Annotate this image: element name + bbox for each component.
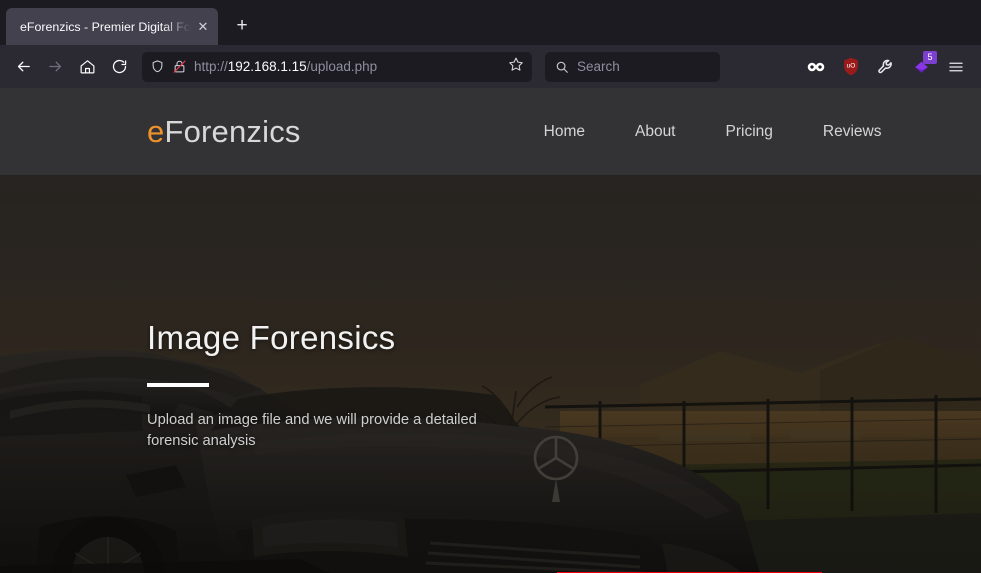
site-logo[interactable]: eForenzics [147,114,301,150]
url-bar[interactable]: http://192.168.1.15/upload.php [142,51,532,82]
nav-item-about[interactable]: About [635,123,676,141]
goggles-shape [807,62,825,71]
toolbar-extension-icons: uO 5 [801,50,973,82]
search-icon [556,61,568,73]
nav-item-pricing[interactable]: Pricing [726,123,773,141]
logo-rest: Forenzics [164,113,301,149]
search-bar[interactable]: Search [545,51,720,82]
home-button[interactable] [72,52,102,82]
tab-close-icon[interactable]: ✕ [194,18,212,36]
star-shape [509,57,523,71]
search-placeholder: Search [577,59,620,74]
browser-toolbar: http://192.168.1.15/upload.php Search uO… [0,45,981,88]
lock-slash [173,60,186,73]
browser-window: eForenzics - Premier Digital Forensics ✕… [0,0,981,573]
hero-divider [147,383,209,387]
ublock-origin-icon[interactable]: uO [836,52,866,82]
hero-title: Image Forensics [147,319,396,356]
hero-section: Image Forensics Upload an image file and… [0,175,981,573]
tab-strip: eForenzics - Premier Digital Forensics ✕… [0,0,981,45]
page-viewport: eForenzics Home About Pricing Reviews Im… [0,88,981,573]
hamburger-menu-icon [949,62,963,71]
svg-text:uO: uO [847,63,856,70]
forward-button[interactable] [40,52,70,82]
insecure-lock-icon[interactable] [172,59,187,74]
home-icon [80,60,94,74]
browser-tab-active[interactable]: eForenzics - Premier Digital Forensics ✕ [6,8,218,45]
reload-button[interactable] [104,52,134,82]
back-arrow-icon [17,61,30,72]
wrench-icon[interactable] [871,52,901,82]
app-menu-button[interactable] [941,52,971,82]
site-header: eForenzics Home About Pricing Reviews [0,88,981,175]
url-text[interactable]: http://192.168.1.15/upload.php [194,59,501,74]
back-button[interactable] [8,52,38,82]
bookmark-star-icon[interactable] [508,56,524,77]
logo-accent-letter: e [147,113,165,149]
extension-diamond-icon[interactable]: 5 [906,50,937,82]
wrench-shape [878,59,892,73]
ublock-shield-shape: uO [844,57,858,76]
tab-title: eForenzics - Premier Digital Forensics [20,19,194,34]
nav-item-reviews[interactable]: Reviews [823,123,882,141]
extension-badge-count: 5 [923,50,937,64]
nav-item-home[interactable]: Home [544,123,585,141]
shield-icon[interactable] [150,59,165,74]
site-nav: Home About Pricing Reviews [544,123,882,141]
goggles-icon[interactable] [801,52,831,82]
reload-icon [112,59,126,74]
new-tab-button[interactable]: + [226,10,258,42]
hero-subtitle: Upload an image file and we will provide… [147,412,477,449]
forward-arrow-icon [48,61,61,72]
hero-content: Image Forensics Upload an image file and… [147,321,547,452]
